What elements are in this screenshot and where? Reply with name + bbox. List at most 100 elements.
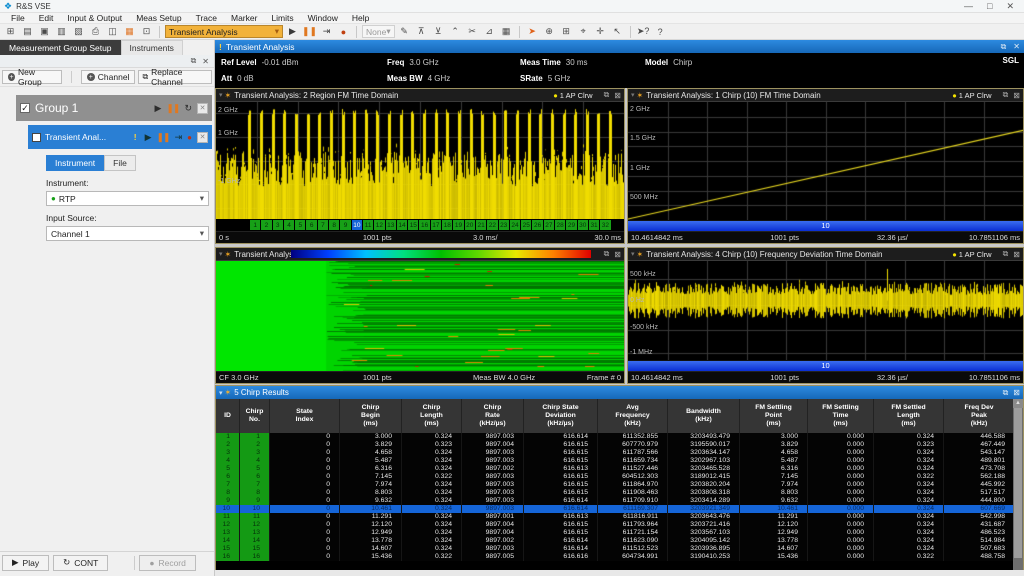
plot-area-w3[interactable] — [216, 261, 624, 371]
window-menu-icon[interactable]: ▾ — [631, 250, 635, 258]
window-titlebar[interactable]: ▾✶Transient Analysis: 3 Full Spectrogram… — [216, 248, 624, 261]
new-window-icon[interactable]: ⊡ — [139, 25, 154, 38]
zoom-icon[interactable]: ⊕ — [542, 25, 557, 38]
trace-config-icon[interactable]: ✎ — [397, 25, 412, 38]
display-config-icon[interactable]: ◫ — [105, 25, 120, 38]
region-marker-29[interactable]: 29 — [566, 220, 576, 230]
record-icon[interactable]: ● — [336, 25, 351, 38]
maximize-icon[interactable]: □ — [987, 1, 992, 12]
region-marker-26[interactable]: 26 — [532, 220, 542, 230]
menu-item-meas-setup[interactable]: Meas Setup — [129, 13, 188, 23]
menu-item-help[interactable]: Help — [345, 13, 376, 23]
window-titlebar[interactable]: ▾✶Transient Analysis: 4 Chirp (10) Frequ… — [628, 248, 1023, 261]
meas-play-icon[interactable]: ▶ — [145, 132, 152, 143]
region-marker-18[interactable]: 18 — [442, 220, 452, 230]
plot-canvas-w2[interactable] — [216, 102, 624, 219]
region-marker-6[interactable]: 6 — [306, 220, 316, 230]
region-marker-7[interactable]: 7 — [318, 220, 328, 230]
menu-item-file[interactable]: File — [4, 13, 32, 23]
column-header[interactable]: Chirp Length (ms) — [402, 399, 462, 433]
table-icon[interactable]: ▦ — [499, 25, 514, 38]
table-row[interactable]: 1313012.9490.3249897.004616.615611721.15… — [216, 529, 1015, 537]
close-panel-icon[interactable]: ✕ — [202, 57, 209, 66]
measurement-row[interactable]: Transient Anal... ! ▶ ❚❚ ⇥ ● ✕ — [28, 125, 212, 149]
plot-area-w2[interactable]: 2 GHz1 GHz-1 GHz — [216, 102, 624, 219]
table-row[interactable]: 7707.9740.3249897.003616.615611864.97032… — [216, 481, 1015, 489]
menu-item-marker[interactable]: Marker — [224, 13, 264, 23]
region-marker-12[interactable]: 12 — [374, 220, 384, 230]
region-marker-28[interactable]: 28 — [555, 220, 565, 230]
region-marker-22[interactable]: 22 — [487, 220, 497, 230]
close-channel-icon[interactable]: ✕ — [1013, 42, 1020, 52]
region-marker-11[interactable]: 11 — [363, 220, 373, 230]
region-marker-25[interactable]: 25 — [521, 220, 531, 230]
region-marker-15[interactable]: 15 — [408, 220, 418, 230]
table-row[interactable]: 1103.0000.3249897.003616.614611352.85532… — [216, 433, 1015, 441]
table-row[interactable]: 1111011.2910.3249897.001616.613611816.91… — [216, 513, 1015, 521]
menu-item-window[interactable]: Window — [301, 13, 345, 23]
meas-close-button[interactable]: ✕ — [197, 132, 208, 143]
single-sweep-icon[interactable]: ⇥ — [319, 25, 334, 38]
group-close-button[interactable]: ✕ — [197, 103, 208, 114]
zoom-selection-icon[interactable]: ⊞ — [559, 25, 574, 38]
table-row[interactable]: 1212012.1200.3249897.004616.615611793.96… — [216, 521, 1015, 529]
select-cursor-icon[interactable]: ➤ — [525, 25, 540, 38]
undock-window-icon[interactable]: ⧉ — [1003, 249, 1009, 259]
move-icon[interactable]: ✛ — [593, 25, 608, 38]
results-titlebar[interactable]: ▾ ✶ 5 Chirp Results ⧉ ⊠ — [216, 386, 1023, 399]
window-menu-icon[interactable]: ▾ — [219, 389, 223, 397]
plot-canvas-w3[interactable] — [216, 261, 624, 371]
replace-channel-button[interactable]: ⧉ Replace Channel — [138, 70, 212, 84]
region-marker-17[interactable]: 17 — [431, 220, 441, 230]
table-row[interactable]: 3304.6580.3249897.003616.615611787.56632… — [216, 449, 1015, 457]
run-icon[interactable]: ▶ — [285, 25, 300, 38]
meas-record-icon[interactable]: ● — [187, 133, 192, 142]
tab-instrument[interactable]: Instrument — [46, 155, 104, 171]
print-icon[interactable]: ⎙ — [88, 25, 103, 38]
plot-area-w4[interactable]: 500 kHz0 Hz-500 kHz-1 MHz — [628, 261, 1023, 360]
menu-item-edit[interactable]: Edit — [32, 13, 61, 23]
column-header[interactable]: State Index — [270, 399, 340, 433]
window-menu-icon[interactable]: ▾ — [219, 91, 223, 99]
record-button[interactable]: ● Record — [139, 555, 196, 571]
chirp-scrollbar[interactable]: 10 — [628, 360, 1023, 371]
meas-pause-icon[interactable]: ❚❚ — [157, 132, 170, 143]
window-titlebar[interactable]: ▾✶Transient Analysis: 1 Chirp (10) FM Ti… — [628, 89, 1023, 102]
region-marker-5[interactable]: 5 — [295, 220, 305, 230]
region-marker-3[interactable]: 3 — [273, 220, 283, 230]
menu-item-input-output[interactable]: Input & Output — [60, 13, 129, 23]
region-marker-10[interactable]: 10 — [352, 220, 362, 230]
plot-area-w1[interactable]: 2 GHz1.5 GHz1 GHz500 MHz — [628, 102, 1023, 220]
report-icon[interactable]: ▥ — [54, 25, 69, 38]
region-marker-21[interactable]: 21 — [476, 220, 486, 230]
new-group-button[interactable]: + New Group — [2, 70, 62, 84]
region-marker-8[interactable]: 8 — [329, 220, 339, 230]
group-play-icon[interactable]: ▶ — [154, 103, 161, 114]
measurement-checkbox[interactable] — [32, 133, 41, 142]
menu-item-trace[interactable]: Trace — [189, 13, 224, 23]
delete-window-icon[interactable]: ⊠ — [614, 250, 621, 259]
undock-window-icon[interactable]: ⧉ — [1003, 388, 1009, 398]
region-marker-31[interactable]: 31 — [589, 220, 599, 230]
minimize-icon[interactable]: — — [964, 1, 973, 12]
open-icon[interactable]: ▣ — [37, 25, 52, 38]
channel-button[interactable]: + Channel — [81, 70, 136, 84]
region-marker-19[interactable]: 19 — [453, 220, 463, 230]
vertical-scrollbar[interactable]: ▲ ▼ — [1013, 399, 1023, 576]
undock-window-icon[interactable]: ⧉ — [604, 90, 610, 100]
tab-file[interactable]: File — [104, 155, 136, 171]
sidebar-tab-instruments[interactable]: Instruments — [121, 40, 183, 55]
undock-window-icon[interactable]: ⧉ — [1003, 90, 1009, 100]
marker-selector[interactable]: None ▾ — [362, 25, 395, 38]
region-marker-32[interactable]: 32 — [600, 220, 610, 230]
meas-single-icon[interactable]: ⇥ — [175, 132, 183, 143]
marker-func-icon[interactable]: ✂ — [465, 25, 480, 38]
region-marker-13[interactable]: 13 — [386, 220, 396, 230]
region-marker-30[interactable]: 30 — [578, 220, 588, 230]
column-header[interactable]: ID — [216, 399, 240, 433]
group-pause-icon[interactable]: ❚❚ — [166, 103, 179, 114]
column-header[interactable]: Chirp State Deviation (kHz/µs) — [524, 399, 598, 433]
limit-icon[interactable]: ⊿ — [482, 25, 497, 38]
table-row[interactable]: 5506.3160.3249897.002616.613611527.44632… — [216, 465, 1015, 473]
smartgrid-icon[interactable]: ▦ — [122, 25, 137, 38]
